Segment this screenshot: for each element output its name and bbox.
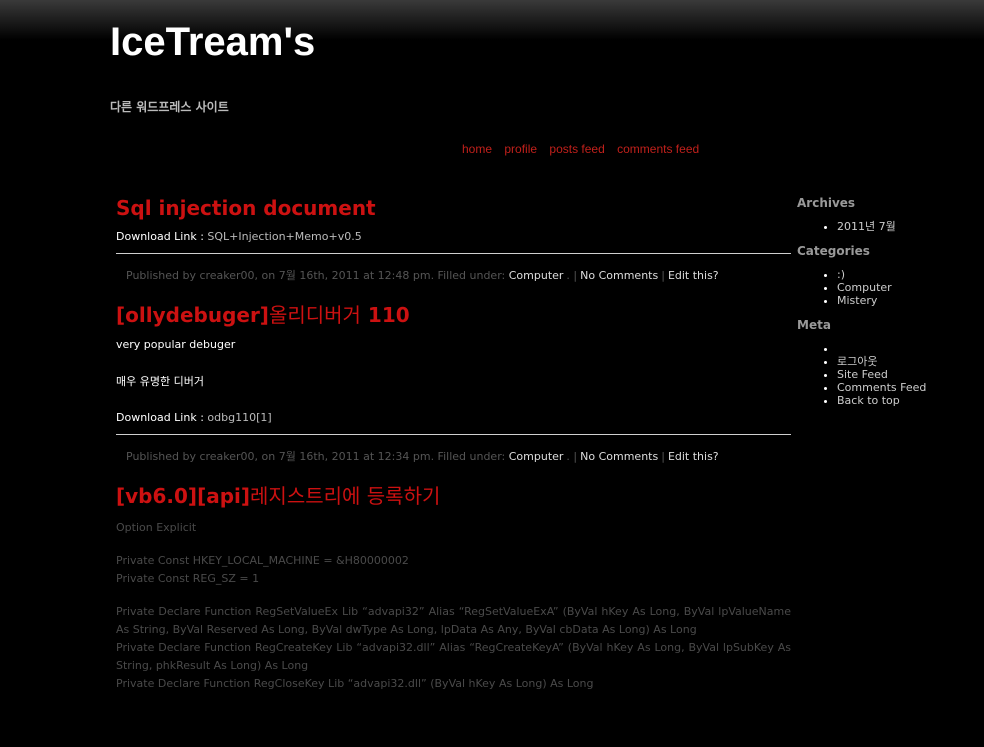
post-body: Option Explicit Private Const HKEY_LOCAL… <box>116 519 791 693</box>
post-paragraph: very popular debuger <box>116 338 236 351</box>
sidebar: Archives 2011년 7월 Categories :) Computer… <box>797 196 977 418</box>
nav-posts-feed[interactable]: posts feed <box>549 142 604 156</box>
post-category-link[interactable]: Computer <box>509 269 564 282</box>
back-to-top-link[interactable]: Back to top <box>837 394 900 407</box>
code-line: Private Const HKEY_LOCAL_MACHINE = &H800… <box>116 554 409 567</box>
nav-profile[interactable]: profile <box>504 142 537 156</box>
list-item: Site Feed <box>837 368 977 381</box>
code-line: Private Declare Function RegSetValueEx L… <box>116 605 791 636</box>
nav-home[interactable]: home <box>462 142 492 156</box>
archives-list: 2011년 7월 <box>797 220 977 233</box>
list-item: Comments Feed <box>837 381 977 394</box>
post: Sql injection document Download Link : S… <box>116 196 791 289</box>
logout-link[interactable]: 로그아웃 <box>837 355 877 368</box>
post-category-link[interactable]: Computer <box>509 450 564 463</box>
site-feed-link[interactable]: Site Feed <box>837 368 888 381</box>
post: [vb6.0][api]레지스트리에 등록하기 Option Explicit … <box>116 480 791 693</box>
post-title-text[interactable]: Sql injection document <box>116 196 376 220</box>
post-title-normal[interactable]: 올리디버거 <box>269 303 361 327</box>
post-title-bold-suffix[interactable]: 110 <box>361 303 410 327</box>
post-title[interactable]: [ollydebuger]올리디버거 110 <box>116 299 791 328</box>
list-item: Back to top <box>837 394 977 407</box>
comments-feed-link[interactable]: Comments Feed <box>837 381 926 394</box>
download-line: Download Link : odbg110[1] <box>116 411 791 424</box>
code-line: Option Explicit <box>116 521 197 534</box>
post-meta: Published by creaker00, on 7월 16th, 2011… <box>126 450 719 463</box>
post-title-bold[interactable]: [ollydebuger] <box>116 303 269 327</box>
list-item: Computer <box>837 281 977 294</box>
list-item <box>837 342 977 355</box>
post-title-normal[interactable]: 레지스트리에 등록하기 <box>250 484 440 508</box>
post-title[interactable]: Sql injection document <box>116 196 791 220</box>
site-title[interactable]: IceTream's <box>110 20 315 65</box>
post-meta-published: Published by creaker00, on 7월 16th, 2011… <box>126 450 506 463</box>
code-line: Private Const REG_SZ = 1 <box>116 572 260 585</box>
post-title-bold[interactable]: [vb6.0][api] <box>116 484 250 508</box>
nav-comments-feed[interactable]: comments feed <box>617 142 699 156</box>
main-nav: home profile posts feed comments feed <box>462 142 708 156</box>
list-item: 로그아웃 <box>837 355 977 368</box>
post-edit-link[interactable]: Edit this? <box>668 450 719 463</box>
archive-link[interactable]: 2011년 7월 <box>837 220 896 233</box>
post-edit-link[interactable]: Edit this? <box>668 269 719 282</box>
code-line: Private Declare Function RegCloseKey Lib… <box>116 677 594 690</box>
post-meta: Published by creaker00, on 7월 16th, 2011… <box>126 269 719 282</box>
category-link[interactable]: Computer <box>837 281 892 294</box>
meta-heading: Meta <box>797 318 831 332</box>
code-block: Private Declare Function RegSetValueEx L… <box>116 603 791 693</box>
meta-list: 로그아웃 Site Feed Comments Feed Back to top <box>797 342 977 407</box>
list-item: Mistery <box>837 294 977 307</box>
post-comments-link[interactable]: No Comments <box>580 269 658 282</box>
code-line: Private Declare Function RegCreateKey Li… <box>116 641 791 672</box>
download-link[interactable]: SQL+Injection+Memo+v0.5 <box>207 230 361 243</box>
post-title[interactable]: [vb6.0][api]레지스트리에 등록하기 <box>116 480 791 509</box>
list-item: :) <box>837 268 977 281</box>
categories-heading: Categories <box>797 244 870 258</box>
categories-list: :) Computer Mistery <box>797 268 977 307</box>
post: [ollydebuger]올리디버거 110 very popular debu… <box>116 299 791 470</box>
code-block: Private Const HKEY_LOCAL_MACHINE = &H800… <box>116 552 791 588</box>
category-link[interactable]: :) <box>837 268 845 281</box>
category-link[interactable]: Mistery <box>837 294 877 307</box>
list-item: 2011년 7월 <box>837 220 977 233</box>
download-link[interactable]: odbg110[1] <box>207 411 271 424</box>
download-line: Download Link : SQL+Injection+Memo+v0.5 <box>116 230 791 243</box>
site-tagline: 다른 워드프레스 사이트 <box>110 100 229 114</box>
download-label: Download Link : <box>116 411 204 424</box>
post-paragraph: 매우 유명한 디버거 <box>116 375 204 388</box>
post-list: Sql injection document Download Link : S… <box>116 196 791 708</box>
download-label: Download Link : <box>116 230 204 243</box>
post-comments-link[interactable]: No Comments <box>580 450 658 463</box>
archives-heading: Archives <box>797 196 856 210</box>
post-meta-published: Published by creaker00, on 7월 16th, 2011… <box>126 269 506 282</box>
